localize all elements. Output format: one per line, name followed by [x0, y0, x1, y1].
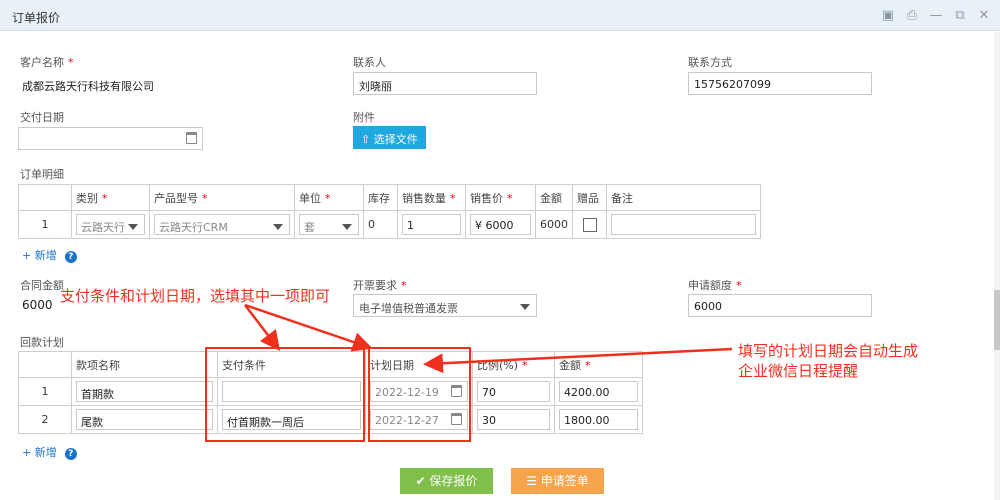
- scrollbar[interactable]: [994, 32, 1000, 500]
- apply-sign-button[interactable]: ☰ 申请签单: [511, 468, 604, 494]
- save-quote-button[interactable]: ✔ 保存报价: [400, 468, 493, 494]
- arrow-to-date: [244, 303, 373, 352]
- scrollbar-thumb[interactable]: [994, 290, 1000, 350]
- annotation-arrows: [244, 303, 733, 374]
- arrow-from-right: [423, 347, 733, 374]
